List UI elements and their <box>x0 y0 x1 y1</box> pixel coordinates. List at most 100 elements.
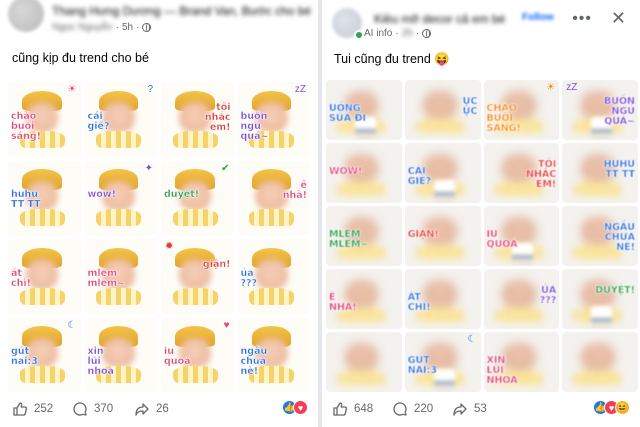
milk-can-image <box>591 306 613 328</box>
author-name[interactable]: Kiều mỡ decor cả em bé <box>374 12 505 26</box>
follow-button[interactable]: Follow <box>522 12 554 23</box>
sticker-label: IU QUOÁ <box>486 229 518 250</box>
right-post: Kiều mỡ decor cả em bé Follow AI info · … <box>322 0 640 427</box>
sticker[interactable]: zZ buồn ngủ quá~ <box>237 82 310 157</box>
sticker[interactable]: ☾ GÚT NAI:3 <box>404 332 481 392</box>
sticker[interactable]: HUHU TT TT <box>562 143 638 203</box>
share-count: 26 <box>156 403 169 415</box>
sticker[interactable]: ? cái giề? <box>84 82 157 157</box>
sticker[interactable]: ✦ wow! <box>84 160 157 235</box>
sticker[interactable]: ủa ??? <box>237 239 310 314</box>
sticker[interactable]: TÔI NHẮC EM! <box>483 143 560 203</box>
ellipsis-icon[interactable]: ••• <box>572 10 592 28</box>
post-footer: 252 370 26 👍 ♥ <box>0 395 318 425</box>
baby-photo <box>172 247 218 305</box>
sticker-label: ủa ??? <box>240 267 258 289</box>
sticker[interactable]: ☀ chào buổi sáng! <box>8 82 81 157</box>
sticker-label: duyệt! <box>164 189 200 201</box>
sticker[interactable]: ỰC ỰC <box>404 80 481 140</box>
sticker-grid[interactable]: ☀ chào buổi sáng! ? cái giề? tôi nhắc em! zZ b… <box>8 82 310 392</box>
sticker[interactable]: GIẬN! <box>404 206 481 266</box>
sticker[interactable]: NGẦU CHƯA NÈ! <box>562 206 638 266</box>
sticker[interactable]: DUYỆT! <box>562 269 638 329</box>
like-button[interactable]: 648 <box>332 401 373 417</box>
sticker[interactable]: tôi nhắc em! <box>161 82 234 157</box>
sticker[interactable]: ê nhà! <box>237 160 310 235</box>
sticker-label: CÁI GIỀ? <box>407 166 432 187</box>
sticker[interactable]: xin lũi nhoa <box>84 317 157 392</box>
author-name[interactable]: Thang Hưng Dương — Brand Van, Bước cho b… <box>52 4 311 18</box>
share-button[interactable]: 53 <box>452 401 487 417</box>
post-time[interactable]: 2h <box>402 28 413 39</box>
sticker[interactable]: ỦA ??? <box>483 269 560 329</box>
sticker-label: ỰC ỰC <box>462 95 478 117</box>
sticker[interactable]: ÁT CHÌ! <box>404 269 481 329</box>
like-button[interactable]: 252 <box>12 401 53 417</box>
close-icon[interactable]: ✕ <box>611 8 626 29</box>
sticker-grid[interactable]: UỐNG SỮA ĐI ỰC ỰC ☀ CHÀO BUỔI SÁNG! zZ BUỒN N… <box>326 80 638 392</box>
comment-icon <box>73 402 87 416</box>
sticker[interactable]: WOW! <box>326 143 402 203</box>
sticker-decoration-icon: zZ <box>566 82 578 93</box>
post-caption: Tui cũng đu trend 😝 <box>334 52 450 66</box>
share-button[interactable]: 26 <box>134 401 169 417</box>
comment-count: 370 <box>94 403 114 415</box>
baby-photo <box>416 87 464 133</box>
sticker[interactable]: át chì! <box>8 239 81 314</box>
meta-name[interactable]: Ngọc Nguyễn <box>52 22 113 33</box>
sticker-label: xin lũi nhoa <box>87 346 114 378</box>
share-count: 53 <box>474 403 487 415</box>
sticker-label: ỦA ??? <box>539 284 557 306</box>
sticker[interactable]: IU QUOÁ <box>483 206 560 266</box>
thumbs-up-icon <box>333 402 348 416</box>
post-footer: 648 220 53 👍 ♥ 😆 <box>322 395 640 425</box>
left-post: Thang Hưng Dương — Brand Van, Bước cho b… <box>0 0 318 427</box>
sticker-label: GIẬN! <box>407 229 439 240</box>
sticker-decoration-icon: ♥ <box>223 319 230 331</box>
sticker[interactable]: ♥ iu quoá <box>161 317 234 392</box>
meta-name[interactable]: AI info <box>364 28 392 39</box>
sticker[interactable]: mlem mlem~ <box>84 239 157 314</box>
baby-photo <box>338 339 386 385</box>
sticker-label: Ê NHÀ! <box>329 292 357 313</box>
sticker[interactable]: ngầu chưa nè! <box>237 317 310 392</box>
sticker[interactable]: ✹ giận! <box>161 239 234 314</box>
sticker-label: NGẦU CHƯA NÈ! <box>604 221 635 253</box>
sticker[interactable] <box>326 332 402 392</box>
reaction-summary[interactable]: 👍 ♥ 😆 <box>593 400 630 415</box>
sticker[interactable]: huhu TT TT <box>8 160 81 235</box>
post-caption: cũng kịp đu trend cho bé <box>12 51 149 65</box>
thumbs-up-icon <box>13 402 28 416</box>
haha-reaction-icon: 😆 <box>615 400 630 415</box>
sticker[interactable]: zZ BUỒN NGỦ QUÁ~ <box>562 80 638 140</box>
sticker[interactable]: UỐNG SỮA ĐI <box>326 80 402 140</box>
sticker-label: wow! <box>87 189 116 201</box>
sticker-label: ê nhà! <box>282 180 308 202</box>
post-meta: Ngọc Nguyễn · 5h · <box>52 22 152 33</box>
comment-button[interactable]: 370 <box>72 401 113 417</box>
sticker[interactable]: Ê NHÀ! <box>326 269 402 329</box>
sticker[interactable]: MLEM MLEM~ <box>326 206 402 266</box>
sticker[interactable] <box>562 332 638 392</box>
sticker[interactable]: CÁI GIỀ? <box>404 143 481 203</box>
baby-photo <box>574 339 622 385</box>
sticker-decoration-icon: ☀ <box>67 84 77 95</box>
sticker[interactable]: ☾ gút nai:3 <box>8 317 81 392</box>
post-meta: AI info · 2h · <box>364 28 432 39</box>
reaction-summary[interactable]: 👍 ♥ <box>282 400 308 415</box>
share-icon <box>135 403 149 416</box>
sticker[interactable]: ✔ duyệt! <box>161 160 234 235</box>
post-header: Thang Hưng Dương — Brand Van, Bước cho b… <box>0 0 318 44</box>
sticker-decoration-icon: ☾ <box>67 319 77 331</box>
sticker-decoration-icon: ✦ <box>144 162 153 174</box>
sticker-label: chào buổi sáng! <box>11 110 41 142</box>
sticker-label: huhu TT TT <box>11 189 41 211</box>
like-count: 252 <box>34 403 54 415</box>
sticker[interactable]: XIN LŨI NHOA <box>483 332 560 392</box>
share-icon <box>453 403 467 416</box>
comment-button[interactable]: 220 <box>392 401 433 417</box>
avatar[interactable] <box>8 0 44 32</box>
sticker-label: ÁT CHÌ! <box>407 292 431 313</box>
post-time[interactable]: 5h <box>122 22 133 33</box>
sticker[interactable]: ☀ CHÀO BUỔI SÁNG! <box>483 80 560 140</box>
